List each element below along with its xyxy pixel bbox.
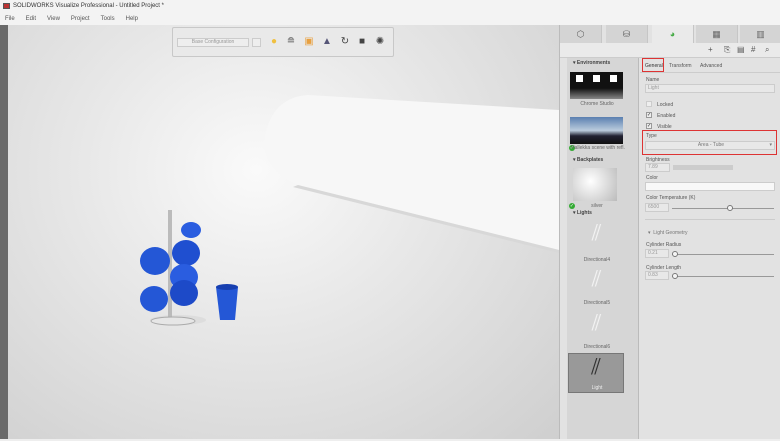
grid-icon[interactable]: #: [751, 45, 755, 54]
name-label: Name: [646, 77, 660, 83]
aperture-icon[interactable]: ✺: [374, 36, 386, 48]
tab-transform[interactable]: Transform: [669, 63, 692, 69]
environment-label: Hallekka scene with refl...: [571, 145, 625, 151]
color-swatch[interactable]: [645, 182, 775, 191]
tab-advanced[interactable]: Advanced: [700, 63, 722, 69]
brightness-bar[interactable]: [673, 165, 733, 170]
cylinder-length-slider[interactable]: [672, 276, 774, 277]
viewport-toolbar: Base Configuration ● ≘ ▣ ▲ ↻ ■ ✺: [172, 27, 394, 57]
brightness-field[interactable]: 7.89: [645, 163, 670, 172]
name-field[interactable]: Light: [645, 84, 775, 93]
title-bar: SOLIDWORKS Visualize Professional - Unti…: [0, 0, 780, 12]
enabled-label: Enabled: [657, 113, 676, 119]
directional-light-icon: ⫽: [591, 310, 602, 335]
environments-header[interactable]: ▾ Environments: [573, 60, 610, 66]
tab-models[interactable]: ⬡: [560, 25, 602, 43]
highlight-box: [642, 58, 664, 72]
color-label: Color: [646, 175, 658, 181]
configuration-options-button[interactable]: [252, 38, 261, 47]
directional-light-icon: ⫽: [591, 266, 602, 291]
menu-file[interactable]: File: [5, 16, 15, 22]
light-label: Directional5: [583, 300, 611, 306]
menu-view[interactable]: View: [47, 16, 60, 22]
menu-tools[interactable]: Tools: [101, 16, 115, 22]
type-value: Area - Tube: [697, 142, 725, 148]
cylinder-radius-slider[interactable]: [672, 254, 774, 255]
light-geometry-header[interactable]: ▾ Light Geometry: [648, 230, 687, 236]
sun-icon[interactable]: ●: [268, 36, 280, 48]
backplate-label: silver: [591, 203, 603, 209]
panel-toolbar: + ⎘ ▤ # ⌕: [560, 43, 780, 58]
menu-help[interactable]: Help: [126, 16, 138, 22]
locked-label: Locked: [657, 102, 674, 108]
light-icon[interactable]: ▲: [321, 36, 333, 48]
3d-viewport[interactable]: [8, 25, 559, 439]
render-icon[interactable]: ≘: [285, 36, 297, 48]
appearances-icon: ⛁: [622, 29, 631, 39]
cylinder-radius-label: Cylinder Radius: [646, 242, 682, 248]
directional-light-icon: ⫽: [591, 220, 602, 245]
color-temperature-label: Color Temperature (K): [646, 195, 696, 201]
environment-thumb-chrome-studio[interactable]: [570, 72, 623, 99]
cube-icon[interactable]: ■: [356, 36, 368, 48]
menu-edit[interactable]: Edit: [26, 16, 36, 22]
tab-scenes[interactable]: ◕: [652, 25, 694, 43]
backplate-thumb-silver[interactable]: [573, 168, 617, 201]
properties-panel: General Transform Advanced Name Light Lo…: [640, 58, 780, 439]
search-icon[interactable]: ⌕: [765, 45, 769, 55]
color-temperature-slider[interactable]: [672, 208, 774, 209]
environment-thumb-hallekka[interactable]: [570, 117, 623, 144]
tab-cameras[interactable]: ▦: [696, 25, 738, 43]
save-icon[interactable]: ▤: [737, 45, 745, 54]
menu-project[interactable]: Project: [71, 16, 90, 22]
camera-icon[interactable]: ▣: [303, 36, 315, 48]
backplates-header[interactable]: ▾ Backplates: [573, 157, 603, 163]
locked-checkbox[interactable]: [646, 101, 652, 107]
cylinder-radius-field[interactable]: 0.21: [645, 249, 669, 258]
models-icon: ⬡: [576, 29, 585, 39]
left-strip: [0, 25, 8, 439]
light-label: Directional6: [583, 344, 611, 350]
area-light-icon: ⫽: [591, 354, 601, 379]
visible-checkbox[interactable]: ✓: [646, 123, 652, 129]
right-panel: ⬡ ⛁ ◕ ▦ ▥ + ⎘ ▤ # ⌕ ▾ Environments Chrom…: [559, 25, 780, 439]
tab-appearances[interactable]: ⛁: [606, 25, 648, 43]
configuration-dropdown[interactable]: Base Configuration: [177, 38, 249, 47]
scene-list: ▾ Environments Chrome Studio ✓ Hallekka …: [567, 58, 639, 439]
environment-label: Chrome Studio: [580, 101, 614, 107]
light-item-directional4[interactable]: ⫽: [570, 220, 623, 260]
type-label: Type: [646, 133, 657, 139]
color-temperature-field[interactable]: 6500: [645, 203, 669, 212]
add-file-icon[interactable]: ⎘: [724, 45, 730, 55]
chevron-down-icon: ▾: [769, 142, 772, 148]
libraries-icon: ▥: [756, 29, 765, 39]
scenes-icon: ◕: [669, 29, 676, 39]
light-label: Directional4: [583, 257, 611, 263]
slider-knob[interactable]: [672, 273, 678, 279]
scene-render: [140, 95, 559, 326]
enabled-checkbox[interactable]: ✓: [646, 112, 652, 118]
lights-header[interactable]: ▾ Lights: [573, 210, 592, 216]
cameras-icon: ▦: [712, 29, 721, 39]
menu-bar: File Edit View Project Tools Help: [0, 12, 780, 25]
app-icon: [3, 3, 10, 9]
type-dropdown[interactable]: Area - Tube ▾: [645, 141, 775, 150]
add-icon[interactable]: +: [708, 45, 713, 54]
slider-knob[interactable]: [672, 251, 678, 257]
light-label: Light: [591, 385, 603, 391]
cylinder-length-field[interactable]: 0.83: [645, 271, 669, 280]
window-title: SOLIDWORKS Visualize Professional - Unti…: [13, 3, 164, 9]
tab-libraries[interactable]: ▥: [740, 25, 780, 43]
slider-knob[interactable]: [727, 205, 733, 211]
refresh-icon[interactable]: ↻: [339, 36, 351, 48]
